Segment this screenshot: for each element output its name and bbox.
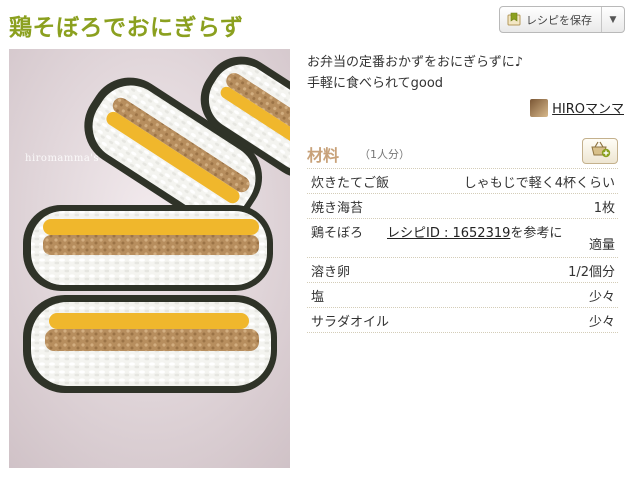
- ingredient-amount: 1/2個分: [568, 264, 615, 280]
- ingredient-row: 鶏そぼろ レシピID : 1652319を参考に 適量: [307, 219, 618, 258]
- ingredient-row: 溶き卵 1/2個分: [307, 258, 618, 283]
- ingredient-amount: 少々: [588, 314, 615, 330]
- reference-suffix: を参考に: [510, 226, 563, 241]
- recipe-photo[interactable]: hiromamma's: [9, 49, 290, 468]
- ingredient-name: 焼き海苔: [311, 200, 364, 216]
- ingredient-row: サラダオイル 少々: [307, 308, 618, 333]
- recipe-reference-link[interactable]: レシピID : 1652319: [387, 226, 510, 241]
- author-name[interactable]: HIROマンマ: [552, 98, 624, 117]
- ingredient-row: 炊きたてご飯 しゃもじで軽く4杯くらい: [307, 169, 618, 194]
- ingredient-amount: 少々: [588, 289, 615, 305]
- ingredient-name: 鶏そぼろ: [311, 226, 364, 241]
- ingredient-amount: 1枚: [593, 200, 615, 216]
- ingredient-name: 溶き卵: [311, 264, 351, 280]
- ingredient-row: 塩 少々: [307, 283, 618, 308]
- add-to-shopping-list-button[interactable]: [582, 138, 618, 164]
- ingredient-amount: 適量: [588, 238, 615, 253]
- ingredient-name: サラダオイル: [311, 314, 390, 330]
- chevron-down-icon: ▼: [609, 14, 617, 25]
- save-recipe-label: レシピを保存: [526, 13, 592, 27]
- save-recipe-control: レシピを保存 ▼: [499, 6, 625, 33]
- ingredient-note: レシピID : 1652319を参考に: [387, 222, 562, 241]
- ingredient-row: 焼き海苔 1枚: [307, 194, 618, 219]
- ingredient-name: 炊きたてご飯: [311, 175, 390, 191]
- basket-add-icon: [589, 140, 611, 162]
- bookmark-icon: [506, 11, 522, 29]
- ingredients-header: 材料 （1人分）: [307, 138, 618, 166]
- onigirazu-photo-image: [9, 49, 290, 468]
- recipe-description: お弁当の定番おかずをおにぎらずに♪ 手軽に食べられてgood: [307, 52, 625, 94]
- author-avatar: [530, 98, 549, 117]
- description-line: 手軽に食べられてgood: [307, 76, 444, 91]
- ingredient-amount: しゃもじで軽く4杯くらい: [463, 175, 615, 191]
- save-menu-button[interactable]: ▼: [601, 7, 624, 32]
- ingredient-name: 塩: [311, 289, 325, 305]
- ingredients-servings: （1人分）: [359, 148, 410, 161]
- description-line: お弁当の定番おかずをおにぎらずに♪: [307, 55, 524, 70]
- ingredients-title: 材料: [307, 146, 340, 165]
- photo-watermark: hiromamma's: [25, 153, 100, 164]
- save-recipe-button[interactable]: レシピを保存: [500, 7, 601, 32]
- author-link[interactable]: HIROマンマ: [530, 98, 624, 117]
- recipe-title: 鶏そぼろでおにぎらず: [9, 15, 244, 41]
- ingredients-list: 炊きたてご飯 しゃもじで軽く4杯くらい 焼き海苔 1枚 鶏そぼろ レシピID :…: [307, 168, 618, 333]
